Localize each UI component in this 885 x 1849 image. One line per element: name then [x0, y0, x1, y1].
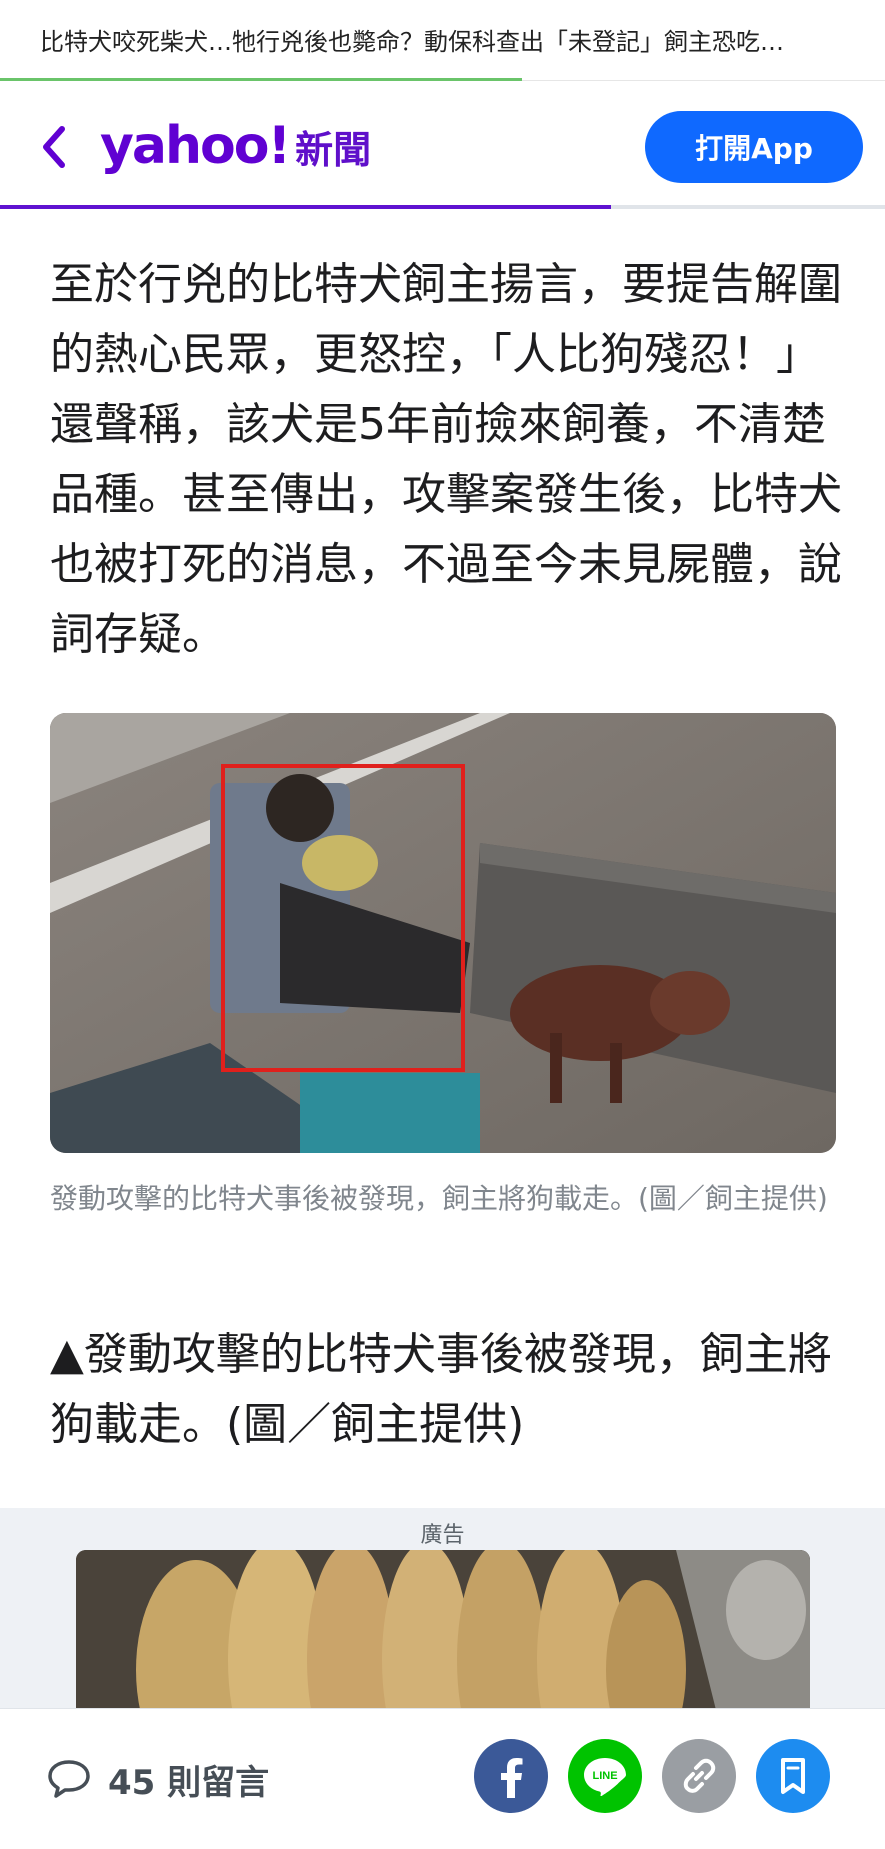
yahoo-news-logo[interactable]: yahoo! 新聞 — [100, 111, 371, 181]
comments-count: 45 則留言 — [108, 1762, 270, 1803]
line-share-button[interactable]: LINE — [568, 1739, 642, 1813]
comment-icon — [48, 1760, 90, 1798]
site-header: yahoo! 新聞 打開App — [0, 81, 885, 209]
logo-news-label: 新聞 — [295, 128, 372, 172]
open-app-button[interactable]: 打開App — [645, 111, 863, 183]
article-image[interactable] — [50, 713, 836, 1153]
photo-illustration — [50, 713, 836, 1153]
ad-container: 廣告 — [0, 1508, 885, 1750]
page-title: 比特犬咬死柴犬…牠行兇後也斃命？動保科查出「未登記」飼主恐吃… — [40, 28, 784, 56]
read-progress-fill — [0, 205, 611, 209]
line-logo-text: LINE — [592, 1770, 617, 1782]
line-icon: LINE — [584, 1758, 626, 1796]
bookmark-icon — [781, 1758, 805, 1794]
bottom-action-bar: 45 則留言 LINE — [0, 1708, 885, 1849]
comments-button[interactable]: 45 則留言 — [46, 1754, 269, 1804]
bookmark-button[interactable] — [756, 1739, 830, 1813]
logo-wordmark: yahoo! — [100, 116, 291, 176]
facebook-share-button[interactable] — [474, 1739, 548, 1813]
facebook-icon — [501, 1758, 523, 1798]
article-subheading: ▲發動攻擊的比特犬事後被發現，飼主將狗載走。(圖／飼主提供) — [50, 1329, 832, 1450]
article-paragraph: 至於行兇的比特犬飼主揚言，要提告解圍的熱心民眾，更怒控，「人比狗殘忍！」還聲稱，… — [50, 259, 842, 660]
image-caption: 發動攻擊的比特犬事後被發現，飼主將狗載走。(圖／飼主提供) — [50, 1182, 828, 1215]
page-title-bar: 比特犬咬死柴犬…牠行兇後也斃命？動保科查出「未登記」飼主恐吃… — [0, 0, 885, 81]
copy-link-button[interactable] — [662, 1739, 736, 1813]
link-icon — [683, 1758, 716, 1793]
back-button[interactable] — [30, 119, 76, 175]
chevron-left-icon — [43, 126, 65, 168]
